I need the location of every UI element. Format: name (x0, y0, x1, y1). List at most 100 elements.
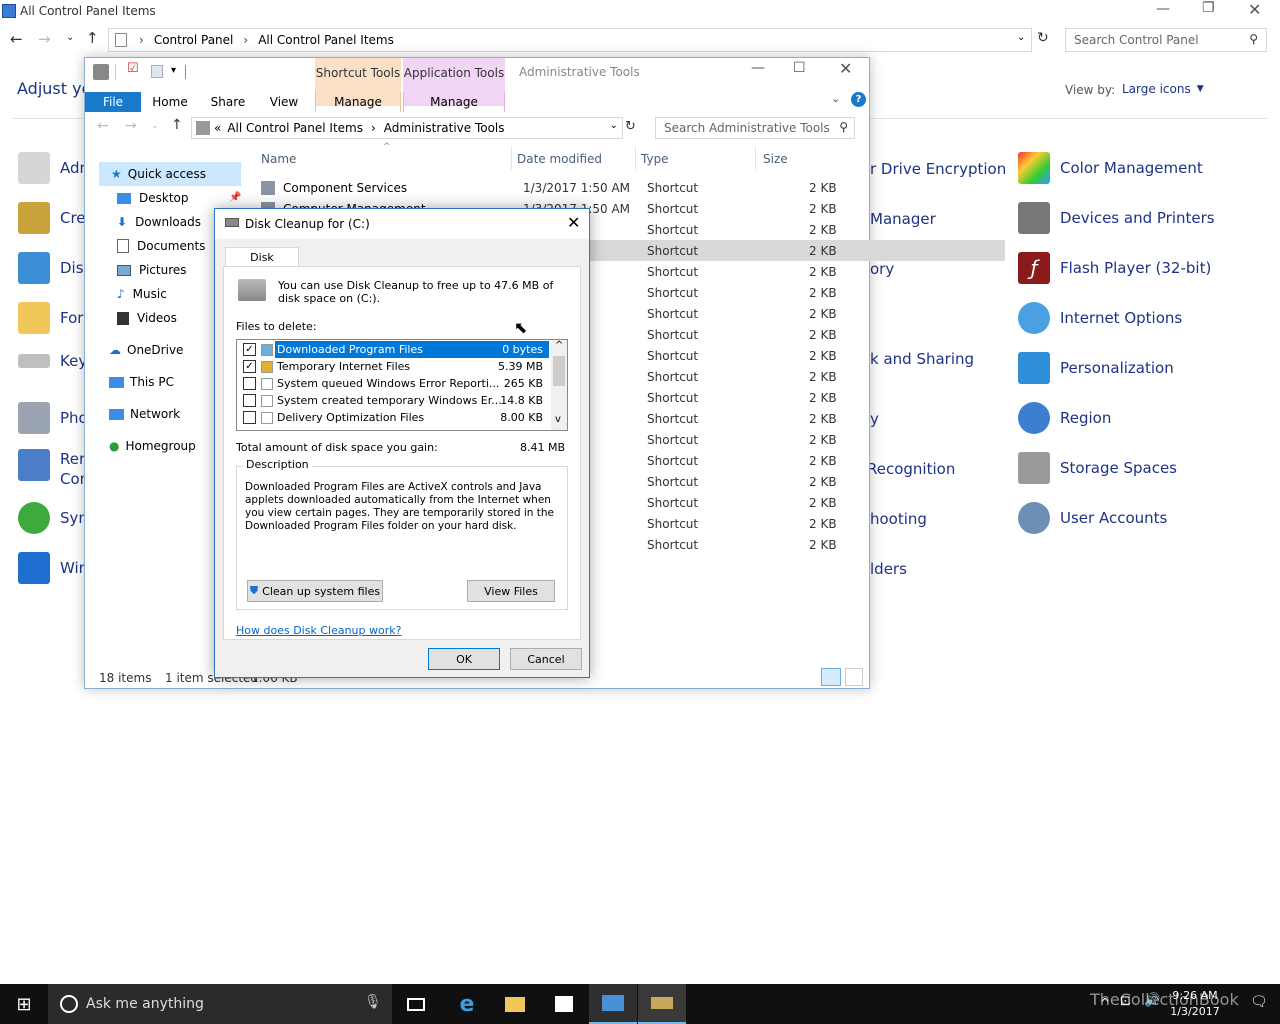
clean-up-system-files-button[interactable]: ⛊ Clean up system files (247, 580, 383, 602)
start-button[interactable]: ⊞ (0, 984, 48, 1024)
search-control-panel-input[interactable]: Search Control Panel ⚲ (1065, 28, 1267, 52)
file-explorer-button[interactable] (491, 984, 539, 1024)
tab-share[interactable]: Share (205, 92, 251, 112)
task-view-button[interactable] (392, 984, 440, 1024)
address-dropdown-icon[interactable]: ⌄ (610, 120, 618, 131)
tab-home[interactable]: Home (147, 92, 193, 112)
new-folder-icon[interactable] (151, 65, 163, 78)
checkbox[interactable] (243, 394, 256, 407)
checkbox[interactable]: ✓ (243, 343, 256, 356)
volume-icon[interactable]: 🔊 (1144, 993, 1160, 1008)
checkbox[interactable] (243, 411, 256, 424)
checkbox[interactable] (243, 377, 256, 390)
cancel-button[interactable]: Cancel (510, 648, 582, 670)
cp-item-user-accounts[interactable]: User Accounts (1018, 502, 1167, 534)
cleanup-list-item[interactable]: ✓ Temporary Internet Files 5.39 MB (239, 358, 549, 375)
large-icons-view-icon[interactable] (845, 668, 863, 686)
explorer-breadcrumb[interactable]: « All Control Panel Items › Administrati… (191, 117, 623, 139)
clock[interactable]: 9:26 AM 1/3/2017 (1168, 988, 1222, 1020)
network-tray-icon[interactable]: ⊡ (1120, 994, 1131, 1009)
nav-network[interactable]: Network (109, 403, 180, 425)
recent-dropdown-icon[interactable]: ⌄ (151, 121, 159, 131)
refresh-icon[interactable]: ↻ (1037, 30, 1049, 46)
cp-item-remoteapp[interactable]: Rer Con (18, 449, 89, 489)
cp-item-phone-modem[interactable]: Pho (18, 402, 88, 434)
column-size[interactable]: Size (763, 152, 788, 166)
cleanup-list-item[interactable]: ✓ Downloaded Program Files 0 bytes (239, 341, 549, 358)
tab-manage-application[interactable]: Manage (403, 92, 505, 112)
breadcrumb-all-items[interactable]: All Control Panel Items (227, 121, 363, 135)
back-arrow-icon[interactable]: ← (10, 30, 23, 48)
cleanup-list-item[interactable]: System created temporary Windows Er... 14… (239, 392, 549, 409)
breadcrumb-all-items[interactable]: All Control Panel Items (258, 33, 394, 47)
cp-item-sync-center[interactable]: Syn (18, 502, 88, 534)
cp-item-keyboard[interactable]: Key (18, 352, 87, 370)
cp-item-display[interactable]: Dis (18, 252, 84, 284)
control-panel-taskbar-button[interactable] (589, 984, 637, 1024)
recent-dropdown-icon[interactable]: ⌄ (66, 32, 74, 43)
nav-music[interactable]: ♪ Music (117, 283, 167, 305)
forward-arrow-icon[interactable]: → (38, 30, 51, 48)
cp-item-flash-player[interactable]: ƒ Flash Player (32-bit) (1018, 252, 1211, 284)
nav-downloads[interactable]: ⬇ Downloads (117, 211, 201, 233)
customize-toolbar-icon[interactable]: ▾ (171, 65, 176, 76)
cp-item-bitlocker[interactable]: r Drive Encryption (870, 160, 1006, 178)
files-listbox[interactable]: ✓ Downloaded Program Files 0 bytes ✓ Tempora… (236, 339, 568, 431)
show-hidden-icons-icon[interactable]: ^ (1100, 996, 1110, 1010)
details-view-icon[interactable] (821, 668, 841, 686)
restore-icon[interactable]: ❐ (1202, 0, 1215, 16)
cortana-search-box[interactable]: Ask me anything 🎙 (48, 984, 392, 1024)
back-arrow-icon[interactable]: ← (97, 118, 109, 134)
close-icon[interactable]: ✕ (839, 59, 852, 78)
help-link[interactable]: How does Disk Cleanup work? (236, 624, 401, 637)
overflow-crumb[interactable]: « (214, 121, 221, 135)
close-icon[interactable]: ✕ (567, 213, 580, 232)
view-files-button[interactable]: View Files (467, 580, 555, 602)
cp-item-devices-printers[interactable]: Devices and Printers (1018, 202, 1215, 234)
cp-item-fonts[interactable]: For (18, 302, 83, 334)
tab-disk-cleanup[interactable]: Disk Cleanup (225, 247, 299, 283)
properties-icon[interactable]: ☑ (127, 61, 139, 76)
action-center-icon[interactable]: 🗨 (1250, 994, 1268, 1010)
search-icon[interactable]: ⚲ (1249, 32, 1258, 46)
expand-ribbon-icon[interactable]: ⌄ (831, 92, 840, 105)
microphone-icon[interactable]: 🎙 (364, 994, 382, 1010)
nav-videos[interactable]: Videos (117, 307, 177, 329)
breadcrumb-control-panel[interactable]: Control Panel (154, 33, 234, 47)
scrollbar[interactable]: ^ v (551, 340, 567, 430)
minimize-icon[interactable]: — (751, 60, 765, 76)
cleanup-list-item[interactable]: System queued Windows Error Reporti... 26… (239, 375, 549, 392)
up-arrow-icon[interactable]: ↑ (171, 117, 183, 133)
scroll-up-icon[interactable]: ^ (555, 340, 563, 351)
scrollbar-thumb[interactable] (553, 356, 565, 386)
minimize-icon[interactable]: — (1156, 1, 1170, 17)
ok-button[interactable]: OK (428, 648, 500, 670)
address-dropdown-icon[interactable]: ⌄ (1017, 32, 1025, 43)
scroll-down-icon[interactable]: v (555, 414, 561, 425)
cp-item-work-folders[interactable]: lders (870, 560, 907, 578)
edge-button[interactable]: e (443, 984, 491, 1024)
tab-view[interactable]: View (263, 92, 305, 112)
cleanup-list-item[interactable]: Delivery Optimization Files 8.00 KB (239, 409, 549, 426)
column-name[interactable]: Name (261, 152, 296, 166)
nav-desktop[interactable]: Desktop (117, 187, 189, 209)
up-arrow-icon[interactable]: ↑ (86, 29, 99, 47)
refresh-icon[interactable]: ↻ (625, 119, 636, 134)
help-icon[interactable]: ? (851, 92, 866, 107)
cp-item-credential-manager[interactable]: Cre (18, 202, 86, 234)
breadcrumb-admin-tools[interactable]: Administrative Tools (384, 121, 505, 135)
breadcrumb[interactable]: › Control Panel › All Control Panel Item… (108, 28, 1032, 52)
disk-cleanup-taskbar-button[interactable] (638, 984, 686, 1024)
checkbox[interactable]: ✓ (243, 360, 256, 373)
nav-quick-access[interactable]: ★ Quick access (111, 163, 206, 185)
cp-item-internet-options[interactable]: Internet Options (1018, 302, 1182, 334)
column-type[interactable]: Type (641, 152, 669, 166)
cp-item-personalization[interactable]: Personalization (1018, 352, 1174, 384)
nav-this-pc[interactable]: This PC (109, 371, 174, 393)
pin-icon[interactable]: 📌 (229, 192, 241, 203)
forward-arrow-icon[interactable]: → (125, 118, 137, 134)
store-button[interactable] (540, 984, 588, 1024)
maximize-icon[interactable]: ☐ (793, 60, 806, 76)
tab-file[interactable]: File (85, 92, 141, 112)
view-by-dropdown[interactable]: Large icons ▼ (1122, 82, 1204, 96)
